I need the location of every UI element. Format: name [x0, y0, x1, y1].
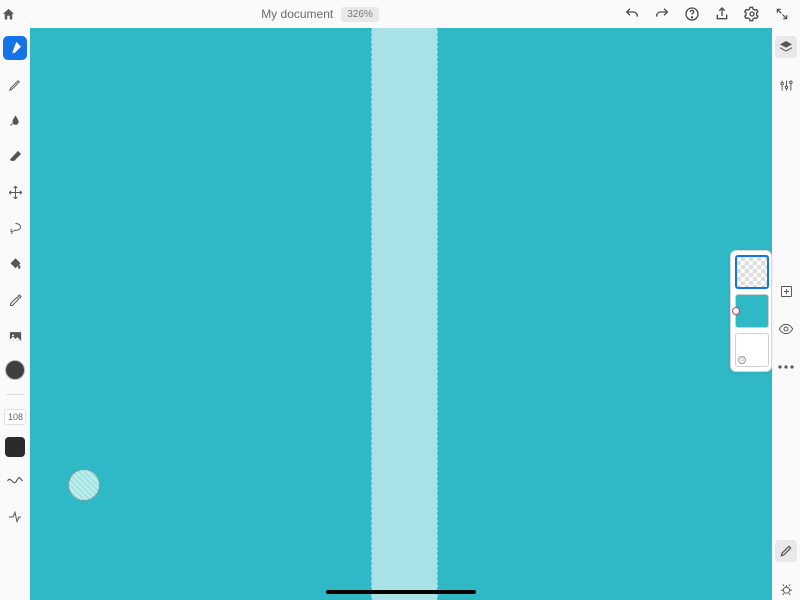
help-button[interactable]	[684, 6, 700, 22]
settings-button[interactable]	[744, 6, 760, 22]
topbar-right	[624, 6, 800, 22]
redo-button[interactable]	[654, 6, 670, 22]
share-button[interactable]	[714, 6, 730, 22]
flow-curve[interactable]	[3, 469, 27, 493]
smoothing-tool[interactable]	[3, 505, 27, 529]
fullscreen-button[interactable]	[774, 6, 790, 22]
document-title[interactable]: My document	[261, 7, 333, 21]
brush-cursor	[68, 469, 100, 501]
layer-thumb-background[interactable]: ⌂	[735, 333, 769, 367]
watercolor-tool[interactable]	[3, 108, 27, 132]
pencil-tool[interactable]	[3, 72, 27, 96]
background-badge-icon: ⌂	[738, 356, 746, 364]
eyedropper-tool[interactable]	[3, 288, 27, 312]
layer-thumb-solid[interactable]	[735, 294, 769, 328]
visibility-button[interactable]	[775, 318, 797, 340]
home-indicator	[326, 590, 476, 594]
image-tool[interactable]	[3, 324, 27, 348]
brush-shape[interactable]	[5, 437, 25, 457]
topbar: My document 326%	[0, 0, 800, 28]
bug-report-button[interactable]	[775, 578, 797, 600]
layers-panel[interactable]: ⌂	[730, 250, 772, 372]
add-layer-button[interactable]	[775, 280, 797, 302]
divider	[6, 394, 24, 395]
lasso-tool[interactable]	[3, 216, 27, 240]
left-toolbar: 108	[0, 28, 30, 600]
lock-icon	[732, 307, 740, 315]
layers-panel-toggle[interactable]	[775, 36, 797, 58]
right-mid-tools	[772, 280, 800, 378]
canvas[interactable]	[30, 28, 772, 600]
layer-thumb-transparent[interactable]	[735, 255, 769, 289]
adjustments-button[interactable]	[775, 74, 797, 96]
move-tool[interactable]	[3, 180, 27, 204]
topbar-center: My document 326%	[16, 7, 624, 22]
more-button[interactable]	[775, 356, 797, 378]
fill-tool[interactable]	[3, 252, 27, 276]
eraser-tool[interactable]	[3, 144, 27, 168]
color-swatch[interactable]	[5, 360, 25, 380]
brush-size-input[interactable]: 108	[4, 409, 26, 425]
zoom-badge[interactable]: 326%	[341, 7, 379, 22]
undo-button[interactable]	[624, 6, 640, 22]
home-button[interactable]	[0, 6, 16, 22]
edit-button[interactable]	[775, 540, 797, 562]
selection-band	[371, 28, 438, 600]
brush-tool[interactable]	[3, 36, 27, 60]
